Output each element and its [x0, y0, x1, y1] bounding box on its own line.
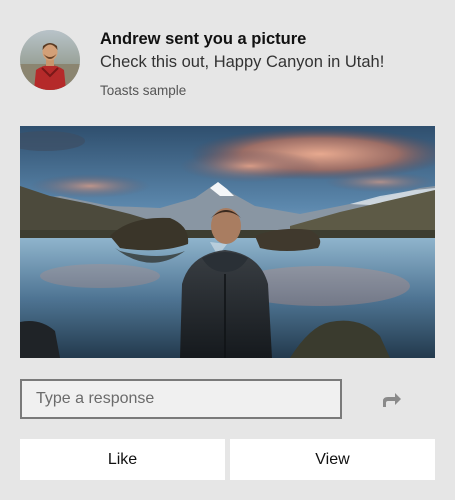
- toast-title: Andrew sent you a picture: [100, 30, 307, 48]
- toast-attribution: Toasts sample: [100, 83, 187, 98]
- toast-header: Andrew sent you a picture Check this out…: [20, 28, 440, 108]
- like-button[interactable]: Like: [20, 439, 225, 480]
- reply-row: [20, 379, 435, 419]
- toast-body: Check this out, Happy Canyon in Utah!: [100, 53, 385, 71]
- avatar-person-icon: [20, 30, 80, 90]
- view-button[interactable]: View: [230, 439, 435, 480]
- action-buttons: Like View: [20, 439, 435, 480]
- send-reply-button[interactable]: [376, 385, 406, 415]
- landscape-image: [20, 126, 435, 358]
- hero-image: [20, 126, 435, 358]
- reply-input[interactable]: [20, 379, 342, 419]
- avatar: [20, 30, 80, 90]
- toast-notification[interactable]: Andrew sent you a picture Check this out…: [0, 0, 455, 500]
- share-arrow-icon: [383, 393, 401, 407]
